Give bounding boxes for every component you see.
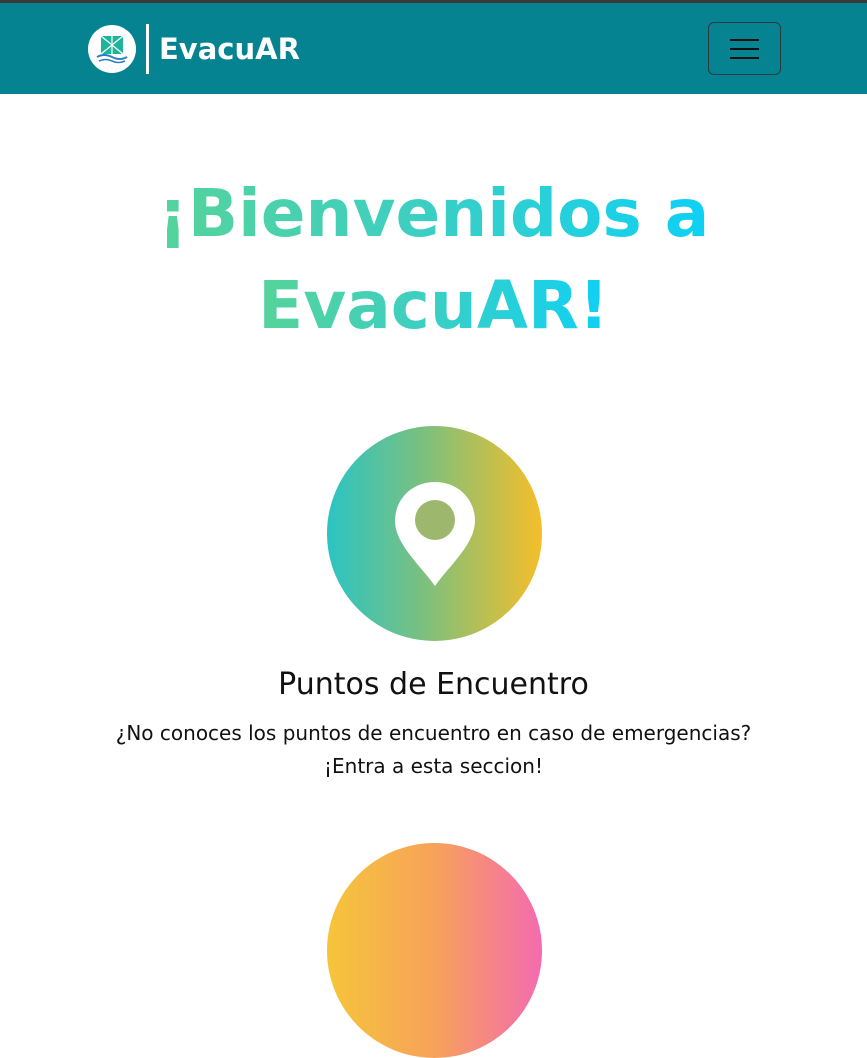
hamburger-menu-icon (730, 38, 759, 41)
section-title[interactable]: Puntos de Encuentro (0, 664, 867, 706)
navbar-toggle-button[interactable] (708, 22, 781, 75)
welcome-heading: ¡Bienvenidos a EvacuAR! (0, 168, 867, 352)
section-description-line1: ¿No conoces los puntos de encuentro en c… (115, 721, 752, 745)
evacuar-logo-icon[interactable] (88, 25, 136, 73)
navbar: EvacuAR (0, 3, 867, 94)
hamburger-menu-icon (730, 47, 759, 50)
welcome-heading-line2: EvacuAR! (258, 267, 609, 344)
map-pin-icon (394, 481, 475, 586)
section-description: ¿No conoces los puntos de encuentro en c… (60, 717, 807, 783)
next-section-card-icon[interactable] (327, 843, 542, 1058)
brand-separator (146, 24, 149, 74)
meeting-points-card-icon[interactable] (327, 426, 542, 641)
welcome-heading-line1: ¡Bienvenidos a (157, 175, 710, 252)
section-description-line2: ¡Entra a esta seccion! (323, 754, 543, 778)
brand-name[interactable]: EvacuAR (159, 31, 300, 67)
hamburger-menu-icon (730, 56, 759, 59)
